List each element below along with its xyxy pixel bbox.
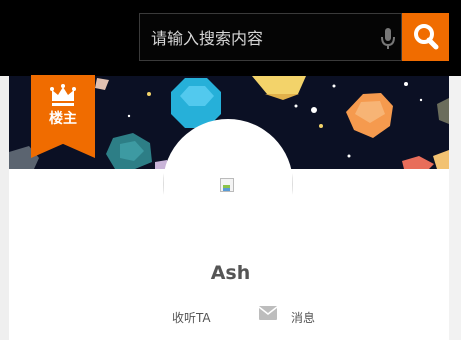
search-icon xyxy=(414,24,439,50)
mail-icon[interactable] xyxy=(259,306,277,320)
avatar-image-broken xyxy=(220,178,234,192)
broken-image-icon xyxy=(223,185,230,191)
microphone-icon[interactable] xyxy=(380,27,396,51)
avatar[interactable] xyxy=(163,119,293,249)
search-box xyxy=(139,13,402,61)
message-button[interactable]: 消息 xyxy=(291,309,315,326)
follow-button[interactable]: 收听TA xyxy=(172,309,211,326)
username: Ash xyxy=(210,262,251,284)
scrollbar[interactable] xyxy=(449,76,461,340)
search-input[interactable] xyxy=(151,26,371,50)
crown-icon xyxy=(50,84,76,106)
top-bar xyxy=(0,0,461,76)
avatar-edge-left xyxy=(163,159,164,209)
search-button[interactable] xyxy=(402,13,449,61)
avatar-edge-right xyxy=(292,159,293,209)
owner-badge-label: 楼主 xyxy=(49,111,77,127)
